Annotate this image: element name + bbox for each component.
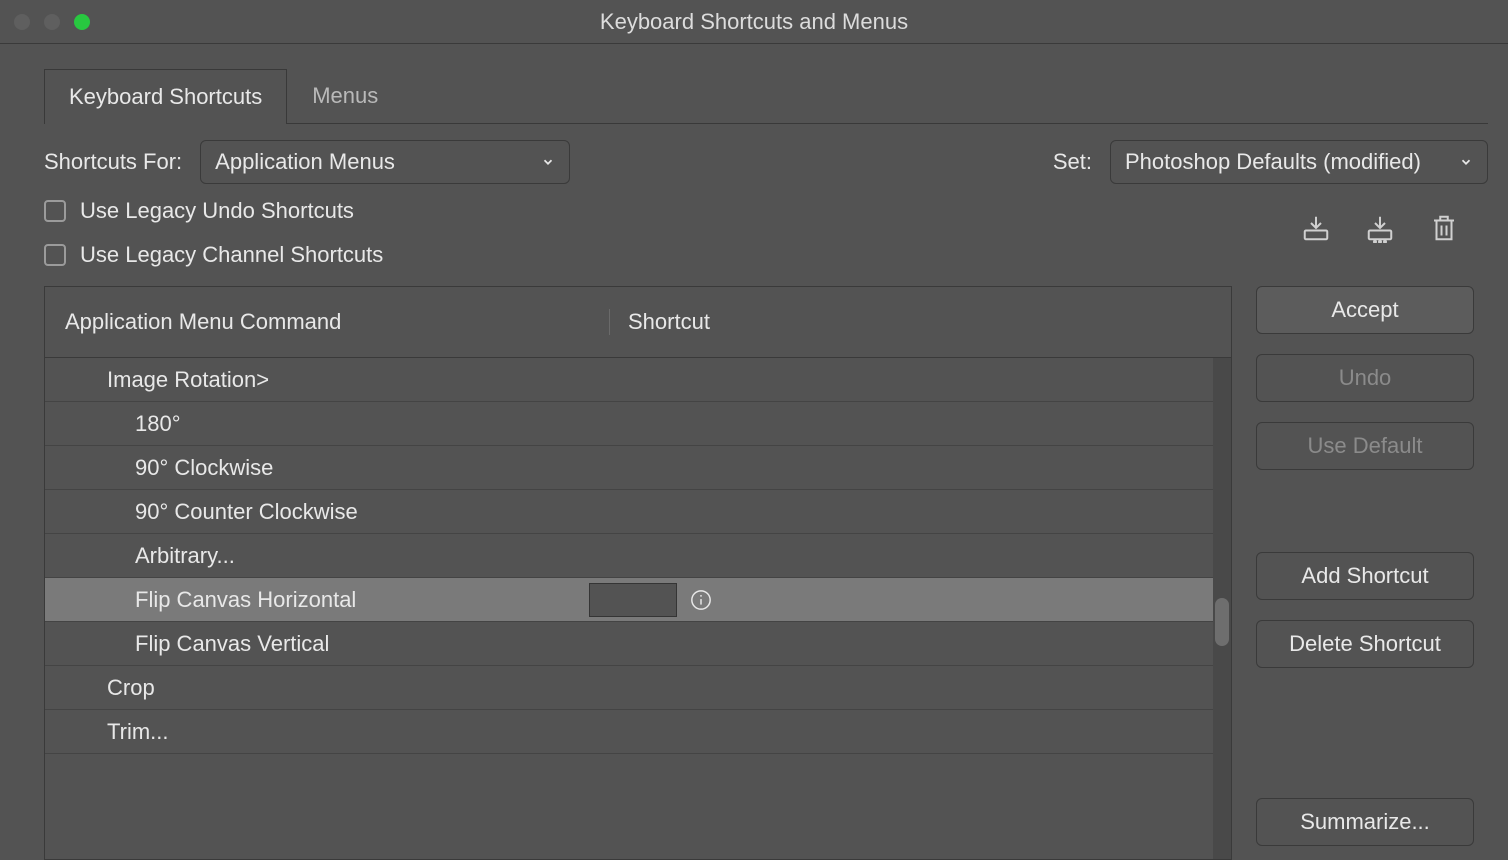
add-shortcut-button[interactable]: Add Shortcut bbox=[1256, 552, 1474, 600]
titlebar: Keyboard Shortcuts and Menus bbox=[0, 0, 1508, 44]
table-body[interactable]: Image Rotation> 180° 90° Clockwise 90° Coun… bbox=[45, 358, 1231, 859]
table-header: Application Menu Command Shortcut bbox=[45, 287, 1231, 358]
table-row[interactable]: 180° bbox=[45, 402, 1231, 446]
legacy-undo-checkbox[interactable] bbox=[44, 200, 66, 222]
set-icon-row bbox=[1298, 184, 1488, 272]
command-cell: Crop bbox=[45, 675, 589, 701]
use-default-button[interactable]: Use Default bbox=[1256, 422, 1474, 470]
table-row[interactable]: Flip Canvas Horizontal bbox=[45, 578, 1231, 622]
new-set-button[interactable] bbox=[1362, 210, 1398, 246]
shortcut-input[interactable] bbox=[589, 583, 677, 617]
table-row[interactable]: 90° Counter Clockwise bbox=[45, 490, 1231, 534]
column-command: Application Menu Command bbox=[65, 309, 609, 335]
save-set-button[interactable] bbox=[1298, 210, 1334, 246]
chevron-down-icon bbox=[1459, 149, 1473, 175]
legacy-channel-row: Use Legacy Channel Shortcuts bbox=[44, 228, 1298, 272]
main-area: Application Menu Command Shortcut Image … bbox=[44, 286, 1488, 860]
scrollbar-track[interactable] bbox=[1213, 358, 1231, 859]
dialog-content: Keyboard Shortcuts Menus Shortcuts For: … bbox=[0, 44, 1508, 860]
legacy-channel-checkbox[interactable] bbox=[44, 244, 66, 266]
window-title: Keyboard Shortcuts and Menus bbox=[600, 9, 908, 35]
table-row[interactable]: Crop bbox=[45, 666, 1231, 710]
table-row[interactable]: 90° Clockwise bbox=[45, 446, 1231, 490]
tab-keyboard-shortcuts[interactable]: Keyboard Shortcuts bbox=[44, 69, 287, 124]
command-cell: 90° Counter Clockwise bbox=[45, 499, 589, 525]
command-cell: Arbitrary... bbox=[45, 543, 589, 569]
table-row[interactable]: Flip Canvas Vertical bbox=[45, 622, 1231, 666]
legacy-undo-row: Use Legacy Undo Shortcuts bbox=[44, 184, 1298, 228]
legacy-channel-label: Use Legacy Channel Shortcuts bbox=[80, 242, 383, 268]
shortcuts-for-dropdown[interactable]: Application Menus bbox=[200, 140, 570, 184]
maximize-window-button[interactable] bbox=[74, 14, 90, 30]
controls-row: Shortcuts For: Application Menus Set: Ph… bbox=[44, 124, 1488, 184]
shortcuts-for-label: Shortcuts For: bbox=[44, 149, 182, 175]
info-icon[interactable] bbox=[689, 588, 713, 612]
delete-set-button[interactable] bbox=[1426, 210, 1462, 246]
shortcut-cell bbox=[589, 583, 1231, 617]
set-label: Set: bbox=[1053, 149, 1092, 175]
shortcuts-for-value: Application Menus bbox=[215, 149, 395, 175]
legacy-undo-label: Use Legacy Undo Shortcuts bbox=[80, 198, 354, 224]
command-cell: Flip Canvas Horizontal bbox=[45, 587, 589, 613]
delete-shortcut-button[interactable]: Delete Shortcut bbox=[1256, 620, 1474, 668]
command-cell: 90° Clockwise bbox=[45, 455, 589, 481]
set-dropdown[interactable]: Photoshop Defaults (modified) bbox=[1110, 140, 1488, 184]
shortcuts-table: Application Menu Command Shortcut Image … bbox=[44, 286, 1232, 860]
minimize-window-button[interactable] bbox=[44, 14, 60, 30]
scrollbar-thumb[interactable] bbox=[1215, 598, 1229, 646]
command-cell: 180° bbox=[45, 411, 589, 437]
table-row[interactable]: Arbitrary... bbox=[45, 534, 1231, 578]
side-buttons: Accept Undo Use Default Add Shortcut Del… bbox=[1256, 286, 1488, 860]
undo-button[interactable]: Undo bbox=[1256, 354, 1474, 402]
summarize-button[interactable]: Summarize... bbox=[1256, 798, 1474, 846]
window-controls bbox=[14, 14, 90, 30]
column-shortcut: Shortcut bbox=[609, 309, 1211, 335]
command-cell: Flip Canvas Vertical bbox=[45, 631, 589, 657]
chevron-down-icon bbox=[541, 149, 555, 175]
close-window-button[interactable] bbox=[14, 14, 30, 30]
command-cell: Trim... bbox=[45, 719, 589, 745]
set-value: Photoshop Defaults (modified) bbox=[1125, 149, 1421, 175]
command-cell: Image Rotation> bbox=[45, 367, 589, 393]
tab-bar: Keyboard Shortcuts Menus bbox=[44, 68, 1488, 124]
table-row[interactable]: Trim... bbox=[45, 710, 1231, 754]
window: Keyboard Shortcuts and Menus Keyboard Sh… bbox=[0, 0, 1508, 860]
tab-menus[interactable]: Menus bbox=[287, 68, 403, 123]
table-row[interactable]: Image Rotation> bbox=[45, 358, 1231, 402]
accept-button[interactable]: Accept bbox=[1256, 286, 1474, 334]
